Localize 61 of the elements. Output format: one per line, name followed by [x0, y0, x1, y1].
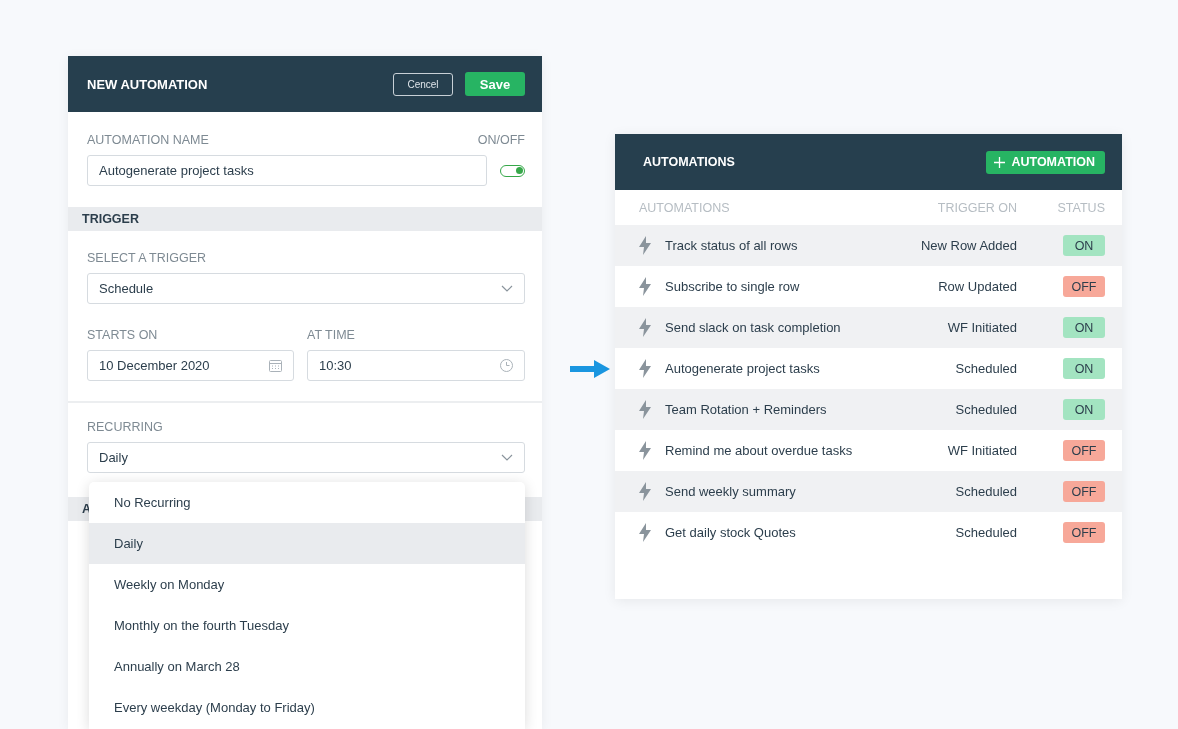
lightning-icon	[639, 277, 651, 296]
time-field[interactable]: 10:30	[307, 350, 525, 381]
lightning-icon	[639, 523, 651, 542]
status-badge: ON	[1063, 358, 1105, 379]
field-label: RECURRING	[87, 420, 164, 434]
field-label: AT TIME	[307, 328, 356, 342]
clock-icon	[500, 359, 513, 372]
panel-title: NEW AUTOMATION	[87, 76, 209, 92]
name-field[interactable]: Autogenerate project tasks	[87, 155, 487, 186]
status-badge: OFF	[1063, 440, 1105, 461]
trigger-type: Row Updated	[937, 279, 1018, 294]
calendar-icon	[269, 359, 282, 372]
column-header: STATUS	[1056, 200, 1105, 215]
panel-title: AUTOMATIONS	[643, 155, 735, 169]
automation-name: Remind me about overdue tasks	[665, 443, 853, 458]
field-label: SELECT A TRIGGER	[87, 251, 208, 265]
menu-option[interactable]: Weekly on Monday	[89, 564, 525, 605]
lightning-icon	[639, 482, 651, 501]
lightning-icon	[639, 441, 651, 460]
chevron-down-icon	[501, 454, 513, 461]
toggle-label: ON/OFF	[477, 133, 525, 147]
column-header: AUTOMATIONS	[639, 200, 731, 215]
trigger-type: Scheduled	[954, 361, 1018, 376]
trigger-type: WF Initiated	[946, 320, 1018, 335]
column-header: TRIGGER ON	[936, 200, 1018, 215]
trigger-type: Scheduled	[954, 484, 1018, 499]
automation-name: Send slack on task completion	[665, 320, 841, 335]
field-label: AUTOMATION NAME	[87, 133, 209, 147]
lightning-icon	[639, 318, 651, 337]
status-badge: ON	[1063, 317, 1105, 338]
menu-option[interactable]: Daily	[89, 523, 525, 564]
trigger-type: WF Initiated	[946, 443, 1018, 458]
date-field[interactable]: 10 December 2020	[87, 350, 294, 381]
automation-name: Subscribe to single row	[665, 279, 800, 294]
status-badge: OFF	[1063, 481, 1105, 502]
automation-name: Track status of all rows	[665, 238, 798, 253]
chevron-down-icon	[501, 285, 513, 292]
status-badge: OFF	[1063, 276, 1105, 297]
cancel-button[interactable]: Cencel	[393, 72, 453, 96]
status-badge: ON	[1063, 235, 1105, 256]
trigger-type: Scheduled	[954, 402, 1018, 417]
trigger-select[interactable]: Schedule	[87, 273, 525, 304]
menu-option[interactable]: Monthly on the fourth Tuesday	[89, 605, 525, 646]
automation-name: Autogenerate project tasks	[665, 361, 820, 376]
plus-icon	[994, 156, 1006, 168]
automation-name: Send weekly summary	[665, 484, 796, 499]
trigger-type: Scheduled	[954, 525, 1018, 540]
trigger-type: New Row Added	[919, 238, 1018, 253]
field-label: STARTS ON	[87, 328, 159, 342]
menu-option[interactable]: Every weekday (Monday to Friday)	[89, 687, 525, 728]
status-badge: ON	[1063, 399, 1105, 420]
menu-option[interactable]: Annually on March 28	[89, 646, 525, 687]
lightning-icon	[639, 359, 651, 378]
recurring-select[interactable]: Daily	[87, 442, 525, 473]
section-header: TRIGGER	[68, 207, 542, 231]
lightning-icon	[639, 400, 651, 419]
arrow-icon	[570, 359, 610, 379]
automation-name: Get daily stock Quotes	[665, 525, 796, 540]
status-badge: OFF	[1063, 522, 1105, 543]
automation-name: Team Rotation + Reminders	[665, 402, 827, 417]
lightning-icon	[639, 236, 651, 255]
